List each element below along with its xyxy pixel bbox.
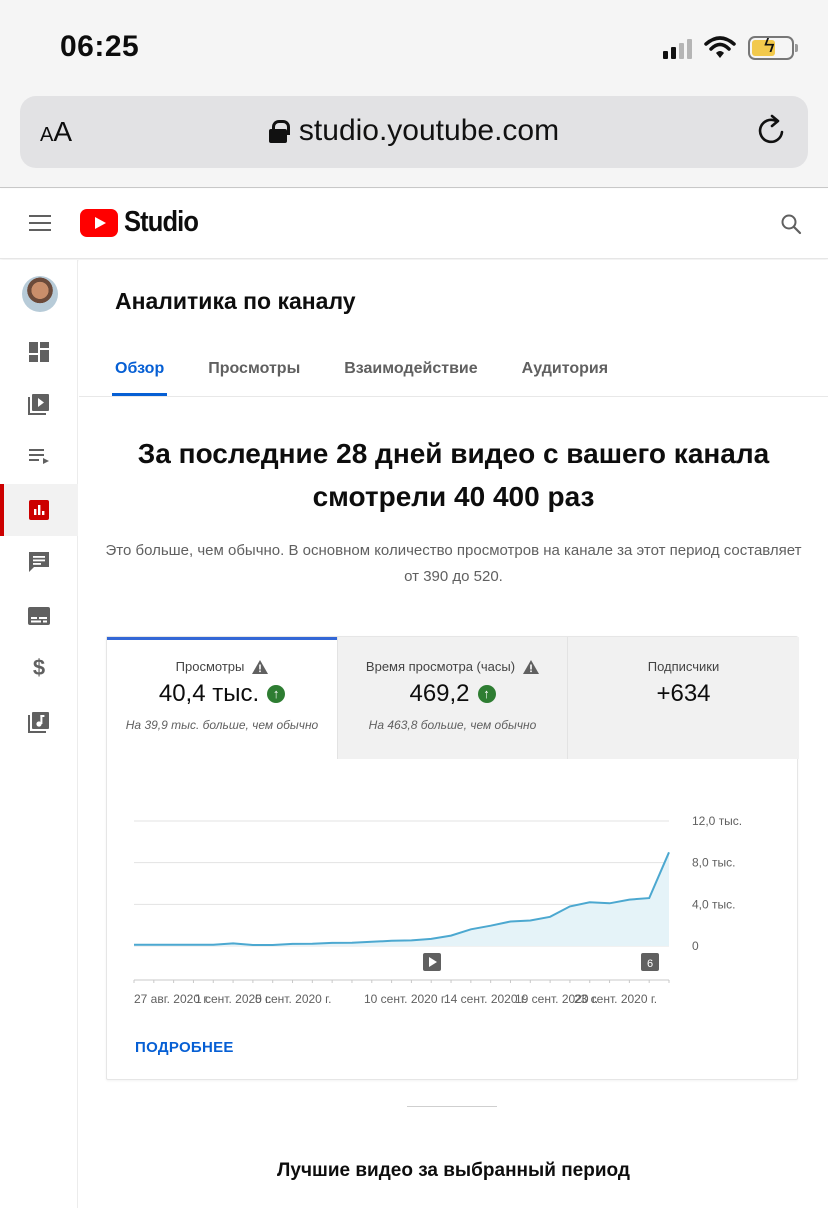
y-tick-label: 8,0 тыс. (692, 856, 735, 870)
metric-value: +634 (656, 680, 711, 707)
dollar-icon: $ (33, 656, 45, 680)
metric-tab-subscribers[interactable]: Подписчики +634 (567, 637, 799, 759)
search-icon[interactable] (780, 213, 802, 235)
section-divider (407, 1106, 497, 1107)
warning-icon[interactable] (252, 659, 269, 674)
tab-audience[interactable]: Аудитория (522, 360, 608, 396)
x-tick-label: 10 сент. 2020 г. (364, 992, 447, 1006)
views-chart: 12,0 тыс. 8,0 тыс. 4,0 тыс. 0 6 27 авг. 2020 … (107, 759, 799, 1019)
nav-analytics[interactable] (0, 484, 78, 536)
nav-dashboard[interactable] (0, 326, 78, 378)
summary-headline: За последние 28 дней видео с вашего кана… (137, 438, 770, 512)
channel-avatar[interactable] (22, 276, 58, 312)
nav-audio-library[interactable] (0, 696, 78, 748)
youtube-logo-icon[interactable] (80, 209, 118, 237)
analytics-tabs: Обзор Просмотры Взаимодействие Аудитория (111, 360, 652, 396)
video-library-icon (28, 394, 49, 415)
arrow-up-icon: ↑ (477, 685, 496, 703)
metric-label: Время просмотра (часы) (365, 659, 516, 674)
playlist-icon (29, 449, 49, 464)
metrics-card: Просмотры 40,4 тыс. ↑ На 39,9 тыс. больш… (106, 636, 799, 1080)
comments-icon (29, 552, 49, 572)
chart-area (134, 852, 669, 946)
wifi-icon (704, 36, 736, 58)
page-title: Аналитика по каналу (115, 288, 356, 314)
status-icons: ϟ (663, 35, 798, 60)
metric-label: Подписчики (647, 659, 720, 674)
reload-icon[interactable] (752, 110, 792, 150)
metric-tab-watch-time[interactable]: Время просмотра (часы) 469,2 ↑ На 463,8 … (337, 637, 567, 759)
battery-charging-icon: ϟ (748, 35, 798, 60)
metric-note: На 463,8 больше, чем обычно (368, 718, 537, 732)
audio-library-icon (28, 712, 49, 733)
ios-browser-chrome: 06:25 ϟ AA studio.youtube.com (0, 0, 828, 188)
tabs-divider (79, 396, 828, 397)
subtitles-icon (28, 607, 50, 625)
y-tick-label: 0 (692, 939, 699, 953)
metric-value: 40,4 тыс. (158, 680, 260, 707)
tab-views[interactable]: Просмотры (208, 360, 300, 396)
metric-tab-views[interactable]: Просмотры 40,4 тыс. ↑ На 39,9 тыс. больш… (107, 637, 337, 759)
left-nav: $ (0, 260, 78, 1208)
tab-overview[interactable]: Обзор (111, 360, 168, 396)
nav-subtitles[interactable] (0, 590, 78, 642)
x-tick-label: 5 сент. 2020 г. (255, 992, 331, 1006)
metric-note: На 39,9 тыс. больше, чем обычно (125, 718, 319, 732)
arrow-up-icon: ↑ (267, 685, 286, 703)
more-link[interactable]: ПОДРОБНЕЕ (135, 1039, 234, 1056)
summary-subhead: Это больше, чем обычно. В основном колич… (105, 542, 802, 585)
svg-text:$: $ (33, 656, 45, 680)
metric-label: Просмотры (175, 659, 245, 674)
lock-icon (268, 120, 290, 143)
y-tick-label: 4,0 тыс. (692, 897, 735, 911)
y-tick-label: 12,0 тыс. (692, 814, 742, 828)
best-videos-title: Лучшие видео за выбранный период (277, 1160, 630, 1181)
studio-logo-text[interactable]: Studio (124, 206, 199, 239)
warning-icon[interactable] (523, 659, 540, 674)
cellular-signal-icon (663, 37, 692, 59)
nav-comments[interactable] (0, 536, 78, 588)
nav-playlists[interactable] (0, 430, 78, 482)
main-content: Аналитика по каналу Обзор Просмотры Взаи… (79, 260, 828, 1208)
url-field[interactable]: studio.youtube.com (20, 114, 808, 148)
status-time: 06:25 (60, 30, 140, 63)
dashboard-icon (29, 342, 49, 362)
views-chart-svg: 12,0 тыс.8,0 тыс.4,0 тыс.0627 авг. 2020 … (133, 814, 742, 1006)
metric-value: 469,2 (409, 680, 470, 707)
tab-engagement[interactable]: Взаимодействие (344, 360, 477, 396)
nav-monetization[interactable]: $ (0, 642, 78, 694)
address-bar[interactable]: AA studio.youtube.com (20, 96, 808, 168)
analytics-icon (29, 500, 49, 520)
nav-content[interactable] (0, 378, 78, 430)
app-header: Studio (0, 189, 828, 259)
hamburger-menu-icon[interactable] (29, 215, 51, 231)
x-tick-label: 23 сент. 2020 г. (574, 992, 657, 1006)
video-marker-label: 6 (647, 958, 653, 970)
url-text: studio.youtube.com (298, 114, 560, 147)
